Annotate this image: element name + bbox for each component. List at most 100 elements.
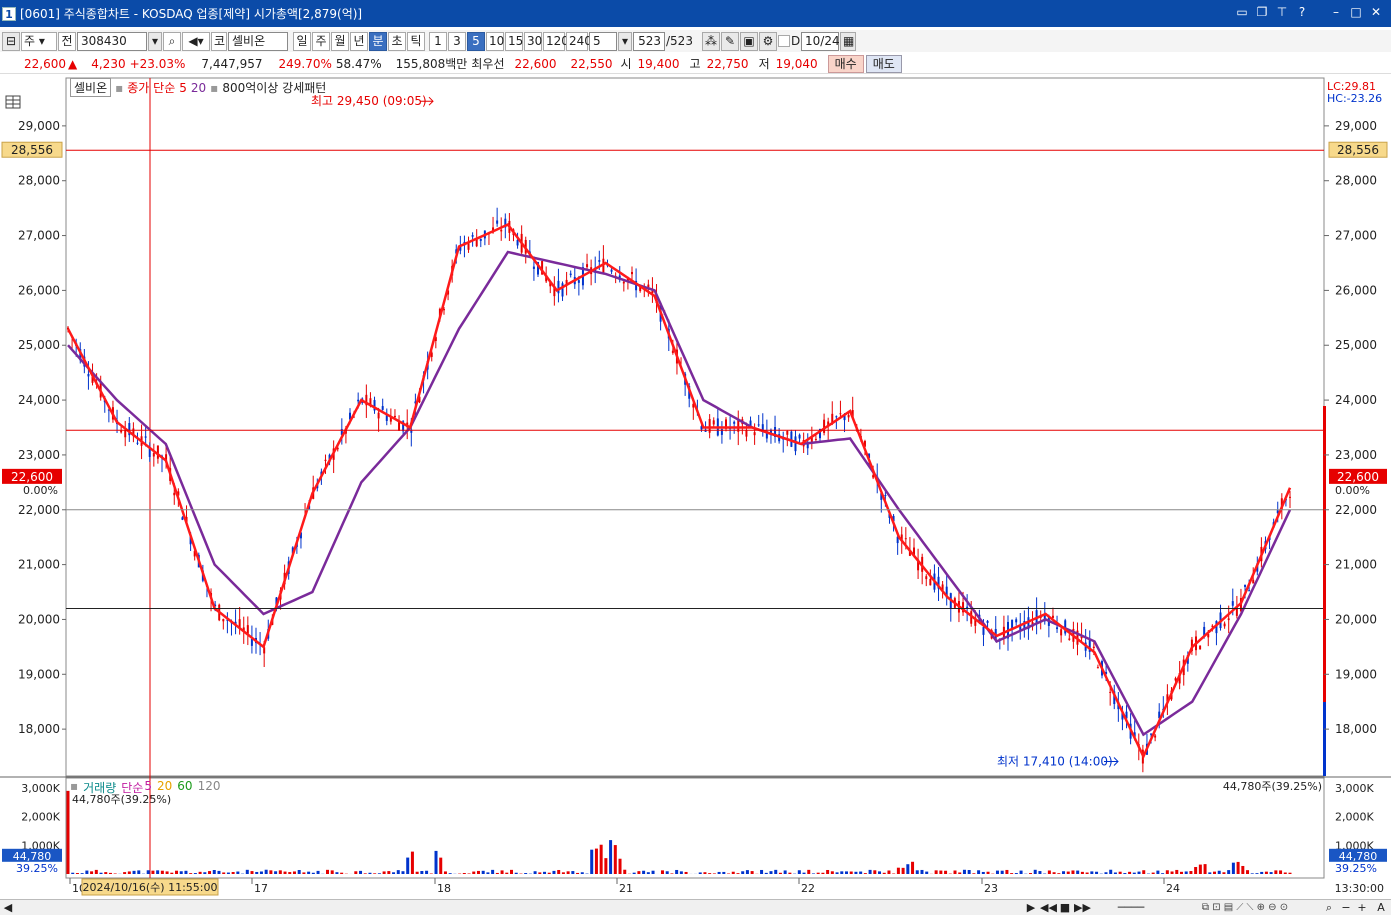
volume-bar: [108, 872, 112, 874]
calendar-icon[interactable]: ▦: [840, 31, 856, 51]
vol-legend-ma20[interactable]: 20: [157, 779, 172, 796]
volume-bar: [561, 872, 565, 874]
scroll-left-icon[interactable]: ◀: [2, 900, 14, 915]
scroll-right-icon[interactable]: ▶: [1024, 900, 1038, 915]
interval-5-button[interactable]: 5: [467, 31, 485, 51]
bottom-scrollbar[interactable]: ◀ ▶ ◀◀ ■ ▶▶ ──── ⧉ ⊡ ▤ ⟋ ⟍ ⊕ ⊖ ⊙ ⌕ − + A: [0, 899, 1391, 915]
last-page-icon[interactable]: ▶▶: [1074, 900, 1091, 915]
tools-icon[interactable]: ⧉ ⊡ ▤ ⟋ ⟍ ⊕ ⊖ ⊙: [1170, 900, 1320, 915]
search-icon[interactable]: ⌕: [163, 31, 181, 51]
market-button[interactable]: 전: [58, 31, 76, 51]
volume-bar: [1132, 872, 1136, 874]
maximize-icon[interactable]: □: [1349, 4, 1363, 20]
stock-name-field[interactable]: 셀비온: [228, 31, 288, 51]
legend-pattern[interactable]: 800억이상 강세패턴: [222, 79, 326, 96]
code-prefix[interactable]: 코: [211, 31, 227, 51]
volume-bar: [835, 872, 839, 874]
period-second-button[interactable]: 초: [388, 31, 406, 51]
candle-body: [479, 238, 482, 241]
volume-bar: [981, 871, 985, 874]
count-input[interactable]: 523: [633, 31, 665, 51]
volume-bar: [580, 872, 584, 874]
interval-15-button[interactable]: 15: [505, 31, 523, 51]
interval-10-button[interactable]: 10: [486, 31, 504, 51]
interval-240-button[interactable]: 240: [566, 31, 592, 51]
zoom-slider[interactable]: ────: [1096, 900, 1166, 915]
period-year-button[interactable]: 년: [350, 31, 368, 51]
price-chart[interactable]: 28,556 28,55622,6000.00%22,6000.00%LC:29.…: [0, 76, 1391, 899]
cascade-icon[interactable]: ❐: [1255, 4, 1269, 20]
period-type-select[interactable]: 주 ▾: [21, 31, 57, 51]
sound-icon[interactable]: ◀▾: [182, 31, 210, 51]
volume-bar: [151, 870, 155, 874]
best-bid: 22,550: [570, 56, 613, 71]
zoom-search-icon[interactable]: ⌕: [1322, 900, 1336, 915]
period-minute-button[interactable]: 분: [369, 31, 387, 51]
date-checkbox[interactable]: [778, 35, 790, 47]
volume-bar: [156, 870, 160, 874]
interval-1-button[interactable]: 1: [429, 31, 447, 51]
first-page-icon[interactable]: ◀◀: [1040, 900, 1057, 915]
volume-bar: [222, 872, 226, 874]
vol-legend-ma5[interactable]: 5: [144, 779, 152, 796]
candle-body: [475, 239, 478, 247]
code-dropdown-icon[interactable]: ▾: [148, 31, 162, 51]
vol-legend-ma120[interactable]: 120: [198, 779, 221, 796]
period-month-button[interactable]: 월: [331, 31, 349, 51]
restore-icon[interactable]: ▭: [1235, 4, 1249, 20]
stop-icon[interactable]: ■: [1058, 900, 1072, 915]
volume-bar: [972, 873, 976, 874]
volume-bar: [500, 870, 504, 874]
volume-bar: [618, 858, 622, 874]
zoom-in-icon[interactable]: +: [1356, 900, 1368, 915]
legend-ma-label[interactable]: 종가 단순: [127, 79, 175, 96]
volume-bar: [335, 872, 339, 874]
legend-ma1[interactable]: 5: [179, 81, 187, 95]
interval-select[interactable]: 5: [589, 31, 617, 51]
volume-bar: [665, 871, 669, 874]
drawing-icon[interactable]: ✎: [721, 31, 739, 51]
indicator-icon[interactable]: ⁂: [702, 31, 720, 51]
volume-bar: [609, 840, 613, 874]
interval-3-button[interactable]: 3: [448, 31, 466, 51]
chart-area[interactable]: 28,556 28,556 22,600 0.00% 22,600 0.00% LC:29.…: [0, 76, 1391, 899]
auto-scale-icon[interactable]: A: [1374, 900, 1388, 915]
close-icon[interactable]: ✕: [1369, 4, 1383, 20]
vol-legend-title[interactable]: 거래량: [83, 779, 116, 796]
date-input[interactable]: 10/24: [801, 31, 840, 51]
interval-120-button[interactable]: 120: [543, 31, 569, 51]
change-percent: +23.03%: [129, 56, 186, 71]
stock-code-input[interactable]: 308430: [77, 31, 147, 51]
volume-bar: [132, 870, 136, 874]
volume-bar: [113, 873, 117, 874]
period-day-button[interactable]: 일: [293, 31, 311, 51]
layout-icon[interactable]: ⊟: [2, 31, 20, 51]
volume-bar: [288, 872, 292, 874]
right-current-box-label: 22,600: [1337, 470, 1379, 484]
zoom-out-icon[interactable]: −: [1340, 900, 1352, 915]
period-week-button[interactable]: 주: [312, 31, 330, 51]
interval-30-button[interactable]: 30: [524, 31, 542, 51]
vol-legend-ma60[interactable]: 60: [177, 779, 192, 796]
volume-bar: [1123, 873, 1127, 874]
pin-icon[interactable]: ⊤: [1275, 4, 1289, 20]
volume-bar: [434, 850, 438, 874]
candle-body: [598, 260, 601, 262]
sell-button[interactable]: 매도: [865, 54, 902, 73]
candle-body: [124, 430, 127, 438]
legend-stock-name[interactable]: 셀비온: [70, 78, 112, 97]
hc-label: HC:-23.26: [1327, 92, 1382, 105]
volume-bar: [127, 871, 131, 874]
buy-button[interactable]: 매수: [827, 54, 864, 73]
save-icon[interactable]: ▣: [740, 31, 758, 51]
vol-legend-ma-label[interactable]: 단순: [121, 779, 143, 796]
volume-bar: [901, 867, 905, 874]
candle-body: [250, 638, 253, 646]
period-tick-button[interactable]: 틱: [407, 31, 425, 51]
minimize-icon[interactable]: –: [1329, 4, 1343, 20]
candle-body: [87, 373, 90, 377]
help-icon[interactable]: ?: [1295, 4, 1309, 20]
legend-ma2[interactable]: 20: [191, 81, 206, 95]
settings-icon[interactable]: ⚙: [759, 31, 777, 51]
interval-dropdown-icon[interactable]: ▾: [618, 31, 632, 51]
